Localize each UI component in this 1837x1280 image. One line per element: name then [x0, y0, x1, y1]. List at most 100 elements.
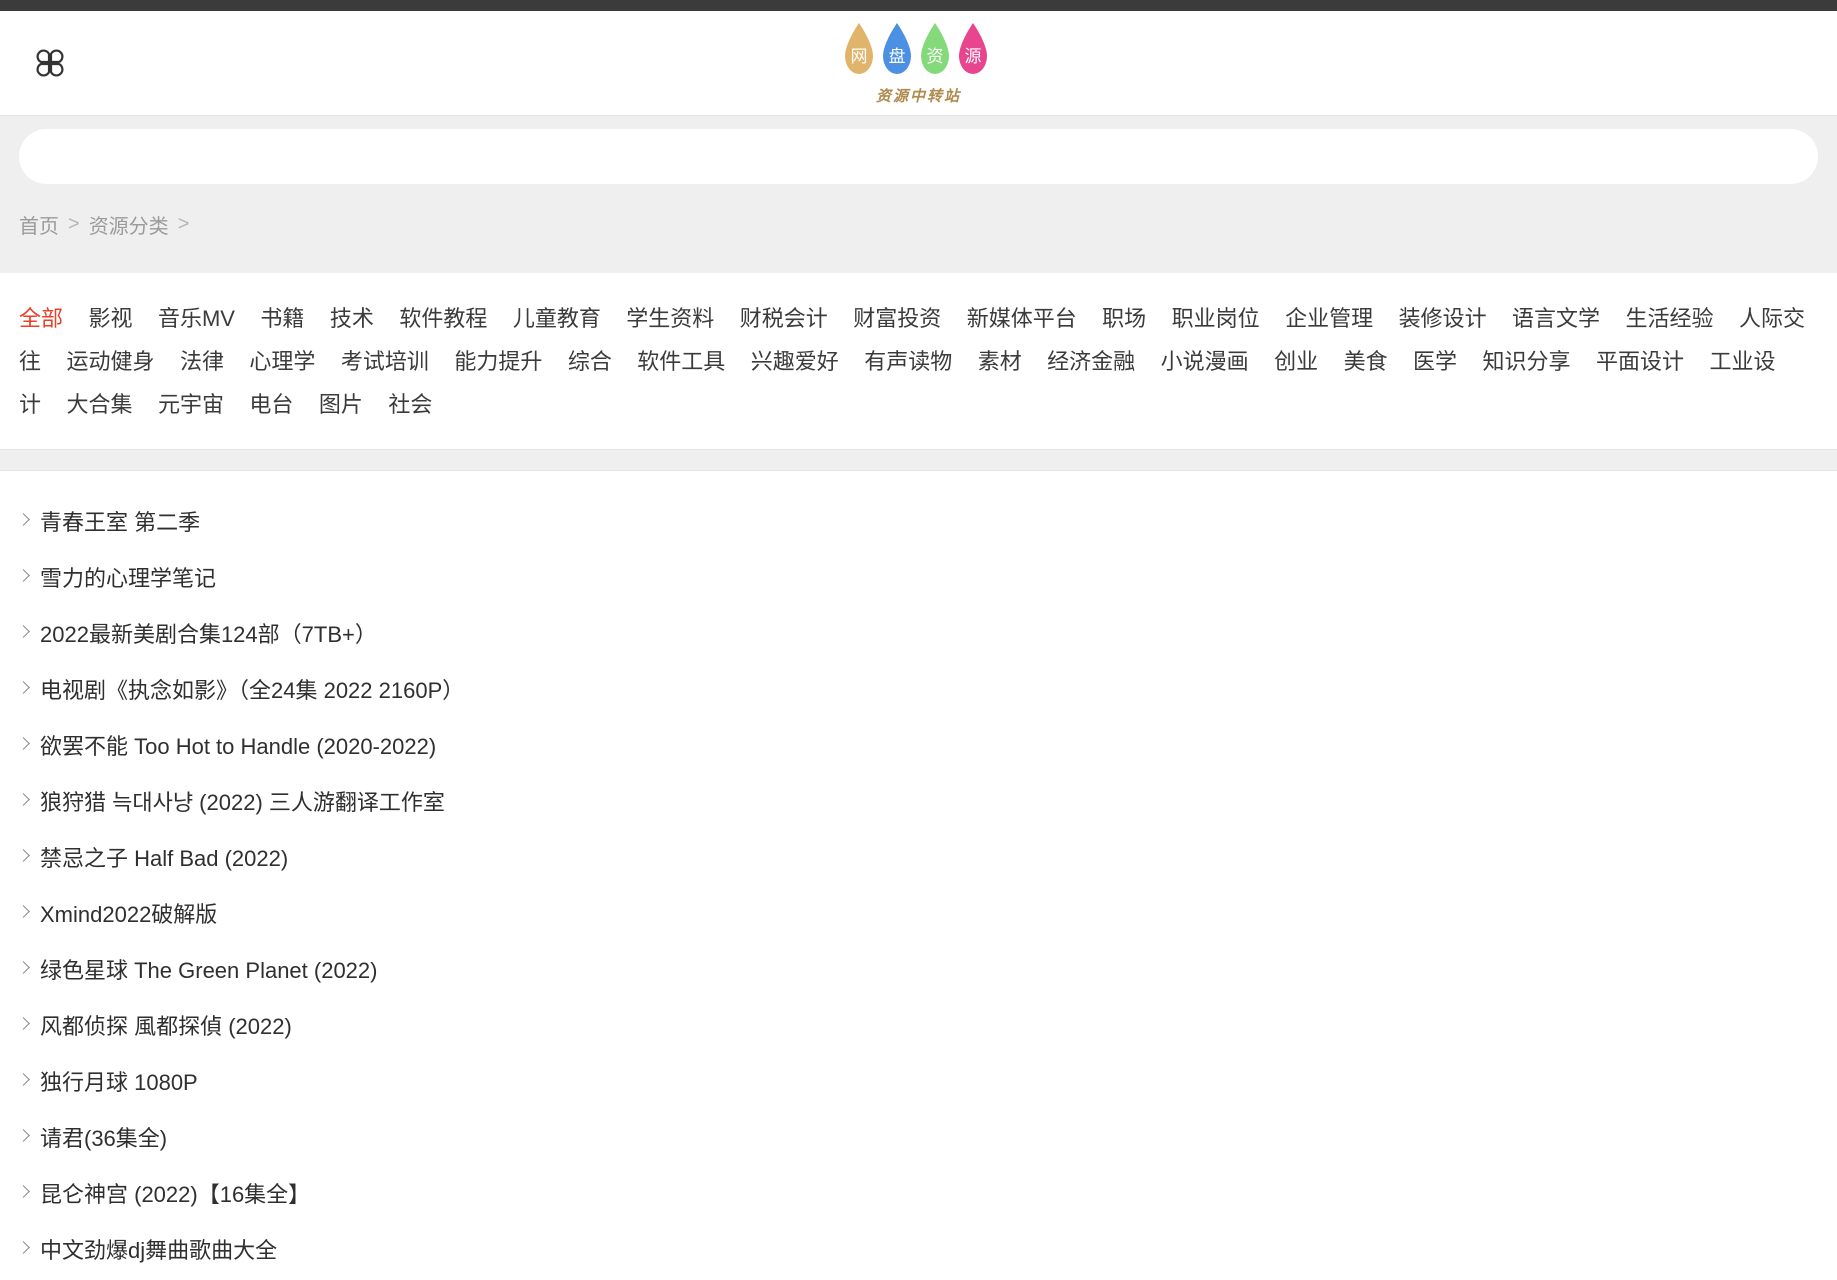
breadcrumb-item-category[interactable]: 资源分类 [89, 210, 169, 239]
category-tag-13[interactable]: 企业管理 [1285, 306, 1373, 331]
category-tag-24[interactable]: 软件工具 [637, 349, 725, 374]
category-tag-20[interactable]: 心理学 [249, 349, 315, 374]
list-item[interactable]: 狼狩猎 늑대사냥 (2022) 三人游翻译工作室 [19, 773, 1818, 829]
chevron-right-icon [19, 1073, 28, 1089]
list-item[interactable]: 昆仑神宫 (2022)【16集全】 [19, 1165, 1818, 1221]
logo-char-3: 资 [926, 47, 943, 67]
category-filter-list: 全部 影视 音乐MV 书籍 技术 软件教程 儿童教育 学生资料 财税会计 财富投… [0, 273, 1837, 449]
category-tag-4[interactable]: 技术 [330, 306, 374, 331]
list-item[interactable]: 青春王室 第二季 [19, 493, 1818, 549]
logo-subtitle: 资源中转站 [875, 86, 961, 105]
category-tag-28[interactable]: 经济金融 [1047, 349, 1135, 374]
category-tag-22[interactable]: 能力提升 [454, 349, 542, 374]
category-tag-14[interactable]: 装修设计 [1399, 306, 1487, 331]
list-item-title: 中文劲爆dj舞曲歌曲大全 [40, 1237, 278, 1263]
list-item[interactable]: 电视剧《执念如影》（全24集 2022 2160P） [19, 661, 1818, 717]
chevron-right-icon [19, 1129, 28, 1145]
chevron-right-icon [19, 961, 28, 977]
category-tag-26[interactable]: 有声读物 [864, 349, 952, 374]
category-tag-34[interactable]: 平面设计 [1596, 349, 1684, 374]
category-tag-15[interactable]: 语言文学 [1512, 306, 1600, 331]
category-tag-12[interactable]: 职业岗位 [1172, 306, 1260, 331]
chevron-right-icon [19, 681, 28, 697]
breadcrumb-item-home[interactable]: 首页 [19, 210, 59, 239]
category-tag-1[interactable]: 影视 [88, 306, 132, 331]
chevron-right-icon [19, 625, 28, 641]
site-logo[interactable]: 网 盘 资 源 资源中转站 [839, 21, 999, 106]
breadcrumb: 首页 > 资源分类 > [0, 184, 1837, 273]
list-item[interactable]: 2022最新美剧合集124部（7TB+） [19, 605, 1818, 661]
site-header: 网 盘 资 源 资源中转站 [0, 11, 1837, 115]
list-item-title: 昆仑神宫 (2022)【16集全】 [40, 1181, 311, 1207]
list-item-title: Xmind2022破解版 [40, 901, 218, 927]
list-item-title: 欲罢不能 Too Hot to Handle (2020-2022) [40, 733, 437, 759]
logo-droplet-group: 网 盘 资 源 [844, 22, 987, 74]
breadcrumb-separator-1: > [68, 213, 80, 235]
category-tag-19[interactable]: 法律 [180, 349, 224, 374]
chevron-right-icon [19, 1241, 28, 1257]
list-item[interactable]: 欲罢不能 Too Hot to Handle (2020-2022) [19, 717, 1818, 773]
category-tag-0[interactable]: 全部 [19, 306, 63, 331]
category-tag-23[interactable]: 综合 [568, 349, 612, 374]
list-item-title: 狼狩猎 늑대사냥 (2022) 三人游翻译工作室 [40, 789, 445, 815]
chevron-right-icon [19, 737, 28, 753]
search-input[interactable] [19, 129, 1818, 184]
list-item[interactable]: 中文劲爆dj舞曲歌曲大全 [19, 1221, 1818, 1277]
category-tag-38[interactable]: 电台 [249, 392, 293, 417]
category-tag-36[interactable]: 大合集 [66, 392, 132, 417]
section-divider [0, 448, 1837, 471]
category-tag-31[interactable]: 美食 [1344, 349, 1388, 374]
list-item-title: 风都侦探 風都探偵 (2022) [40, 1013, 292, 1039]
category-tag-8[interactable]: 财税会计 [740, 306, 828, 331]
chevron-right-icon [19, 569, 28, 585]
category-tag-39[interactable]: 图片 [319, 392, 363, 417]
category-tag-30[interactable]: 创业 [1274, 349, 1318, 374]
category-tag-16[interactable]: 生活经验 [1626, 306, 1714, 331]
list-item-title: 独行月球 1080P [40, 1069, 198, 1095]
list-item-title: 电视剧《执念如影》（全24集 2022 2160P） [40, 677, 465, 703]
category-tag-5[interactable]: 软件教程 [399, 306, 487, 331]
list-item[interactable]: 请君(36集全) [19, 1109, 1818, 1165]
clover-menu-icon[interactable] [30, 43, 70, 83]
breadcrumb-separator-2: > [177, 213, 190, 235]
category-tag-37[interactable]: 元宇宙 [158, 392, 224, 417]
category-tag-33[interactable]: 知识分享 [1483, 349, 1571, 374]
category-tag-10[interactable]: 新媒体平台 [967, 306, 1077, 331]
search-band [0, 115, 1837, 184]
chevron-right-icon [19, 513, 28, 529]
list-item-title: 雪力的心理学笔记 [40, 565, 217, 591]
category-tag-6[interactable]: 儿童教育 [513, 306, 601, 331]
chevron-right-icon [19, 905, 28, 921]
category-tag-3[interactable]: 书籍 [260, 306, 304, 331]
list-item[interactable]: 禁忌之子 Half Bad (2022) [19, 829, 1818, 885]
list-item-title: 青春王室 第二季 [40, 509, 201, 535]
chevron-right-icon [19, 1017, 28, 1033]
category-tag-25[interactable]: 兴趣爱好 [751, 349, 839, 374]
list-item[interactable]: 独行月球 1080P [19, 1053, 1818, 1109]
category-tag-9[interactable]: 财富投资 [853, 306, 941, 331]
category-tag-2[interactable]: 音乐MV [158, 306, 235, 331]
chevron-right-icon [19, 1185, 28, 1201]
logo-char-1: 网 [850, 47, 867, 67]
category-tag-27[interactable]: 素材 [978, 349, 1022, 374]
top-status-strip [0, 0, 1837, 11]
category-tag-40[interactable]: 社会 [388, 392, 432, 417]
list-item[interactable]: 风都侦探 風都探偵 (2022) [19, 997, 1818, 1053]
logo-droplets: 网 盘 资 源 [839, 21, 999, 83]
category-tag-29[interactable]: 小说漫画 [1161, 349, 1249, 374]
logo-char-2: 盘 [888, 47, 905, 67]
resource-list: 青春王室 第二季 雪力的心理学笔记 2022最新美剧合集124部（7TB+） 电视剧《… [0, 470, 1837, 1277]
chevron-right-icon [19, 793, 28, 809]
category-tag-7[interactable]: 学生资料 [626, 306, 714, 331]
category-tag-11[interactable]: 职场 [1102, 306, 1146, 331]
category-tag-18[interactable]: 运动健身 [66, 349, 154, 374]
list-item[interactable]: 绿色星球 The Green Planet (2022) [19, 941, 1818, 997]
list-item-title: 禁忌之子 Half Bad (2022) [40, 845, 289, 871]
category-tag-32[interactable]: 医学 [1413, 349, 1457, 374]
chevron-right-icon [19, 849, 28, 865]
list-item[interactable]: Xmind2022破解版 [19, 885, 1818, 941]
logo-char-4: 源 [964, 47, 981, 67]
list-item-title: 请君(36集全) [40, 1125, 168, 1151]
list-item[interactable]: 雪力的心理学笔记 [19, 549, 1818, 605]
category-tag-21[interactable]: 考试培训 [341, 349, 429, 374]
